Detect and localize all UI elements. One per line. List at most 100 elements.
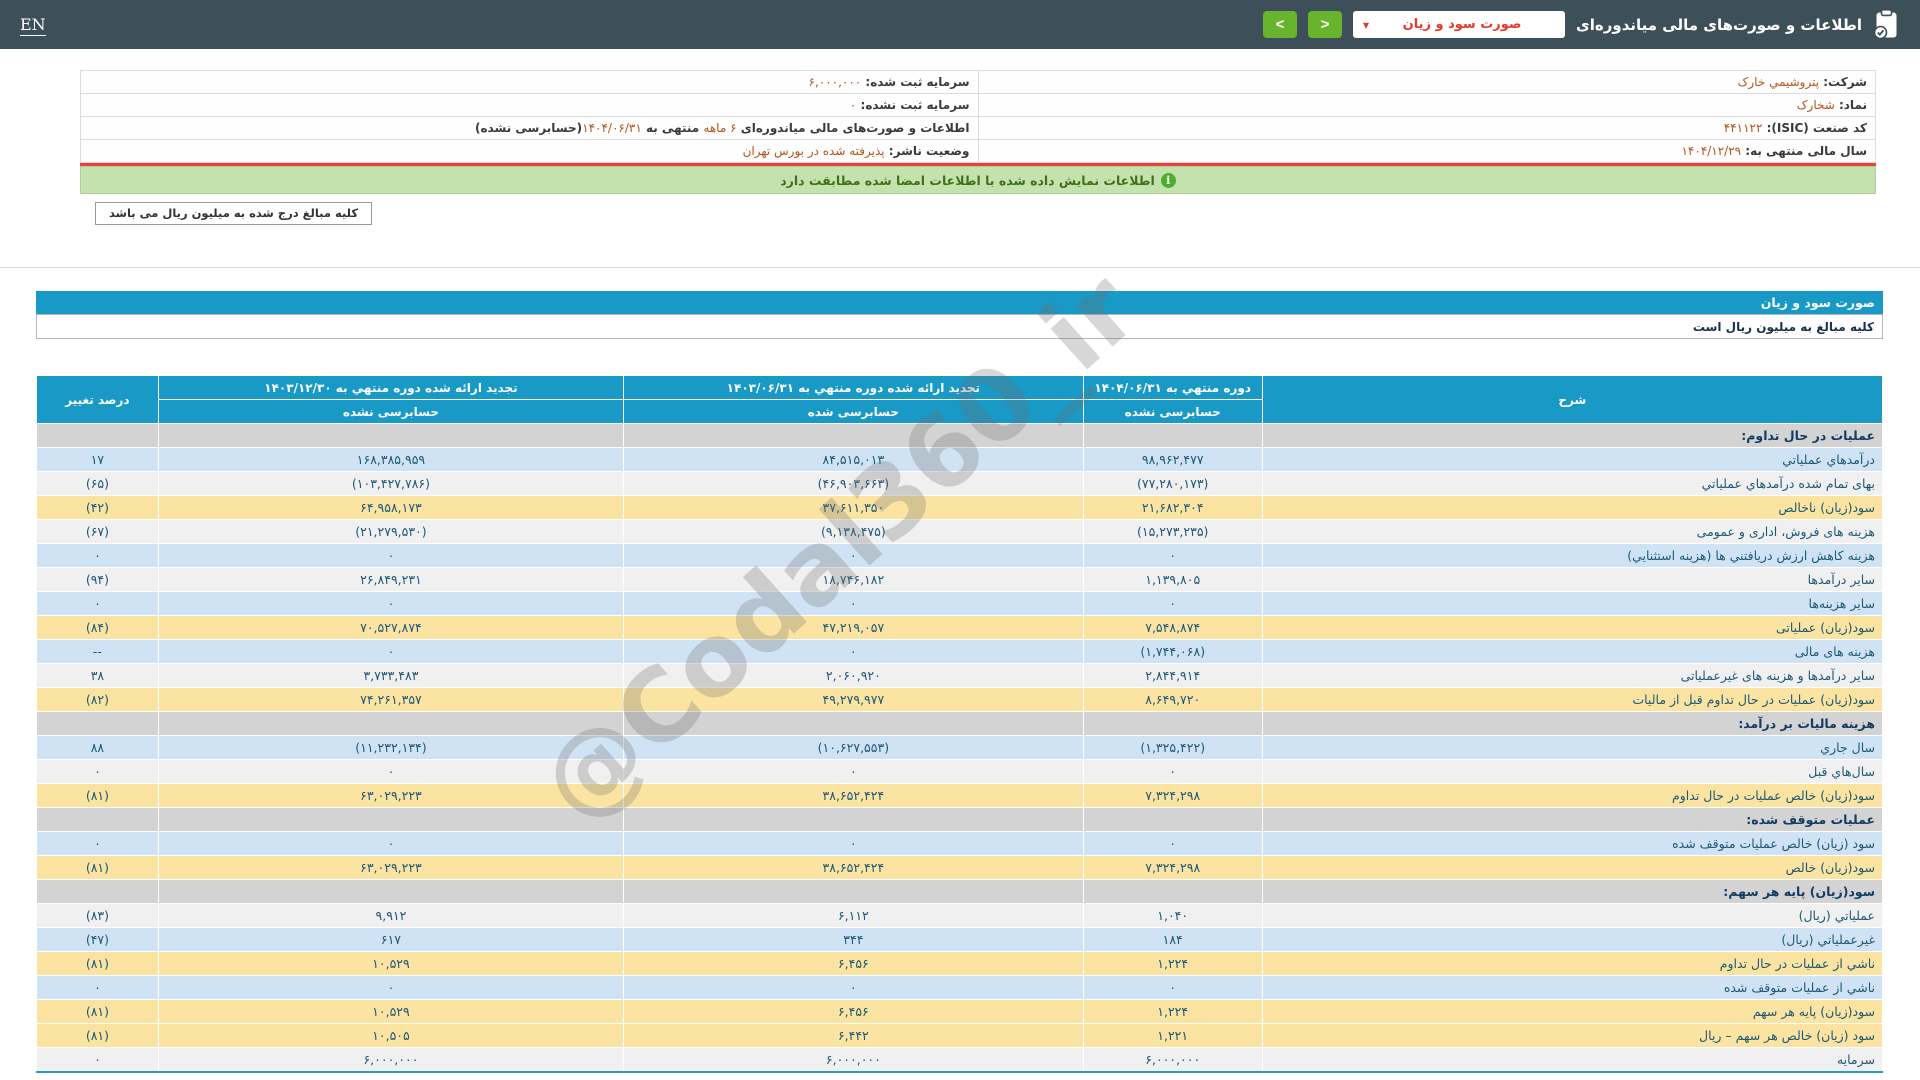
cell-value: (۷۷,۲۸۰,۱۷۳) <box>1083 472 1262 496</box>
table-row: ناشي از عملیات در حال تداوم۱,۲۲۴۶,۴۵۶۱۰,… <box>37 952 1883 976</box>
info-label: شرکت: <box>1819 75 1867 89</box>
cell-change-percent: (۴۲) <box>37 496 159 520</box>
table-row: ناشي از عملیات متوقف شده۰۰۰۰ <box>37 976 1883 1000</box>
top-bar: اطلاعات و صورت‌های مالی میاندوره‌ای صورت… <box>0 0 1920 49</box>
statement-type-dropdown[interactable]: صورت سود و زیان ▾ <box>1353 11 1565 38</box>
info-cell: وضعیت ناشر: پذیرفته شده در بورس تهران <box>81 140 979 163</box>
col-header-change: درصد تغییر <box>37 376 159 424</box>
table-row: سود(زیان) خالص۷,۳۲۴,۲۹۸۳۸,۶۵۲,۴۲۴۶۳,۰۲۹,… <box>37 856 1883 880</box>
table-row: سود(زیان) پایه هر سهم۱,۲۲۴۶,۴۵۶۱۰,۵۲۹(۸۱… <box>37 1000 1883 1024</box>
cell-value: ۱۰,۵۰۵ <box>158 1024 623 1048</box>
income-statement-table: شرح دوره منتهي به ۱۴۰۴/۰۶/۳۱ تجدید ارائه… <box>36 375 1883 1073</box>
cell-description: سایر درآمدها <box>1262 568 1882 592</box>
cell-value: ۲,۸۴۴,۹۱۴ <box>1083 664 1262 688</box>
cell-value: ۷,۳۲۴,۲۹۸ <box>1083 784 1262 808</box>
cell-change-percent: ۰ <box>37 544 159 568</box>
cell-description: سرمایه <box>1262 1048 1882 1072</box>
cell-value <box>1083 712 1262 736</box>
cell-value: ۰ <box>158 976 623 1000</box>
cell-change-percent: (۸۳) <box>37 904 159 928</box>
cell-value <box>1083 424 1262 448</box>
cell-description: عملیاتي (ریال) <box>1262 904 1882 928</box>
cell-description: هزینه های فروش، اداری و عمومی <box>1262 520 1882 544</box>
cell-value: ۶,۴۵۶ <box>624 952 1084 976</box>
info-cell: شرکت: پتروشیمي خارک <box>978 71 1876 94</box>
table-row: سود(زیان) ناخالص۲۱,۶۸۲,۳۰۴۳۷,۶۱۱,۳۵۰۶۴,۹… <box>37 496 1883 520</box>
cell-change-percent: (۸۱) <box>37 856 159 880</box>
company-info-row: شرکت: پتروشیمي خارکسرمایه ثبت شده: ۶,۰۰۰… <box>81 71 1876 94</box>
unit-tab[interactable]: کلیه مبالغ درج شده به میلیون ریال می باش… <box>95 202 372 225</box>
nav-forward-button[interactable]: > <box>1308 11 1342 38</box>
cell-change-percent: (۸۲) <box>37 688 159 712</box>
cell-value: ۰ <box>624 760 1084 784</box>
cell-value: ۰ <box>624 544 1084 568</box>
table-row: هزینه های فروش، اداری و عمومی(۱۵,۲۷۳,۲۳۵… <box>37 520 1883 544</box>
cell-value: ۶,۰۰۰,۰۰۰ <box>158 1048 623 1072</box>
cell-change-percent <box>37 424 159 448</box>
cell-value: (۲۱,۲۷۹,۵۳۰) <box>158 520 623 544</box>
cell-description: سود (زیان) خالص هر سهم – ریال <box>1262 1024 1882 1048</box>
cell-value: ۳۷,۶۱۱,۳۵۰ <box>624 496 1084 520</box>
section-row: سود(زیان) پایه هر سهم: <box>37 880 1883 904</box>
language-toggle[interactable]: EN <box>20 15 46 36</box>
statement-section: صورت سود و زیان کلیه مبالغ به میلیون ریا… <box>36 291 1883 1073</box>
col-header-period2: تجدید ارائه شده دوره منتهي به ۱۴۰۳/۰۶/۳۱ <box>624 376 1084 400</box>
cell-change-percent: ۰ <box>37 592 159 616</box>
cell-value: ۱۸۴ <box>1083 928 1262 952</box>
cell-value <box>158 880 623 904</box>
cell-change-percent: ۳۸ <box>37 664 159 688</box>
cell-value: ۰ <box>624 976 1084 1000</box>
info-cell: کد صنعت (ISIC): ۴۴۱۱۲۲ <box>978 117 1876 140</box>
cell-description: عملیات متوقف شده: <box>1262 808 1882 832</box>
cell-value: ۶,۰۰۰,۰۰۰ <box>1083 1048 1262 1072</box>
cell-value: ۷,۵۴۸,۸۷۴ <box>1083 616 1262 640</box>
cell-value: (۱۰۳,۴۲۷,۷۸۶) <box>158 472 623 496</box>
cell-value: ۲۱,۶۸۲,۳۰۴ <box>1083 496 1262 520</box>
cell-change-percent: (۸۱) <box>37 784 159 808</box>
info-label: منتهی به <box>642 121 704 135</box>
signature-match-notice: i اطلاعات نمایش داده شده با اطلاعات امضا… <box>80 166 1876 194</box>
cell-value: ۱۸,۷۴۶,۱۸۲ <box>624 568 1084 592</box>
cell-value: ۰ <box>1083 832 1262 856</box>
cell-value: ۷۰,۵۲۷,۸۷۴ <box>158 616 623 640</box>
cell-description: عملیات در حال تداوم: <box>1262 424 1882 448</box>
cell-change-percent: ۰ <box>37 976 159 1000</box>
table-row: سال جاري(۱,۳۲۵,۴۲۲)(۱۰,۶۲۷,۵۵۳)(۱۱,۲۳۲,۱… <box>37 736 1883 760</box>
cell-description: سود(زیان) پایه هر سهم <box>1262 1000 1882 1024</box>
cell-value: ۰ <box>1083 592 1262 616</box>
info-label: کد صنعت (ISIC): <box>1762 121 1867 135</box>
info-icon: i <box>1161 173 1176 188</box>
cell-value: ۰ <box>624 832 1084 856</box>
cell-change-percent: ۰ <box>37 1048 159 1072</box>
cell-value: ۰ <box>624 640 1084 664</box>
chevron-right-icon: > <box>1321 16 1330 33</box>
table-row: سال‌هاي قبل۰۰۰۰ <box>37 760 1883 784</box>
table-row: غیرعملیاتي (ریال)۱۸۴۳۴۴۶۱۷(۴۷) <box>37 928 1883 952</box>
cell-description: درآمدهاي عملیاتي <box>1262 448 1882 472</box>
cell-change-percent: (۹۴) <box>37 568 159 592</box>
cell-value: (۱۱,۲۳۲,۱۳۴) <box>158 736 623 760</box>
cell-value: ۶۱۷ <box>158 928 623 952</box>
nav-back-button[interactable]: < <box>1263 11 1297 38</box>
cell-value: ۶,۰۰۰,۰۰۰ <box>624 1048 1084 1072</box>
cell-value: ۹۸,۹۶۲,۴۷۷ <box>1083 448 1262 472</box>
cell-value: ۶,۴۵۶ <box>624 1000 1084 1024</box>
cell-change-percent: (۸۱) <box>37 1024 159 1048</box>
cell-value: ۰ <box>158 760 623 784</box>
info-cell: سرمایه ثبت نشده: ۰ <box>81 94 979 117</box>
cell-value: ۰ <box>158 592 623 616</box>
cell-description: غیرعملیاتي (ریال) <box>1262 928 1882 952</box>
cell-description: سود (زیان) خالص عملیات متوقف شده <box>1262 832 1882 856</box>
chevron-left-icon: < <box>1276 16 1285 33</box>
cell-change-percent: ۰ <box>37 832 159 856</box>
table-row: سود(زیان) خالص عملیات در حال تداوم۷,۳۲۴,… <box>37 784 1883 808</box>
section-row: عملیات در حال تداوم: <box>37 424 1883 448</box>
info-label: (حسابرسی نشده) <box>475 121 582 135</box>
info-label: سرمایه ثبت نشده: <box>856 98 969 112</box>
table-row: سود(زیان) عملیات در حال تداوم قبل از مال… <box>37 688 1883 712</box>
col-header-period3-audit: حسابرسی نشده <box>158 400 623 424</box>
cell-value: (۹,۱۳۸,۴۷۵) <box>624 520 1084 544</box>
table-row: سایر درآمدها و هزینه های غیرعملیاتی۲,۸۴۴… <box>37 664 1883 688</box>
table-row: درآمدهاي عملیاتي۹۸,۹۶۲,۴۷۷۸۴,۵۱۵,۰۱۳۱۶۸,… <box>37 448 1883 472</box>
table-row: عملیاتي (ریال)۱,۰۴۰۶,۱۱۲۹,۹۱۲(۸۳) <box>37 904 1883 928</box>
